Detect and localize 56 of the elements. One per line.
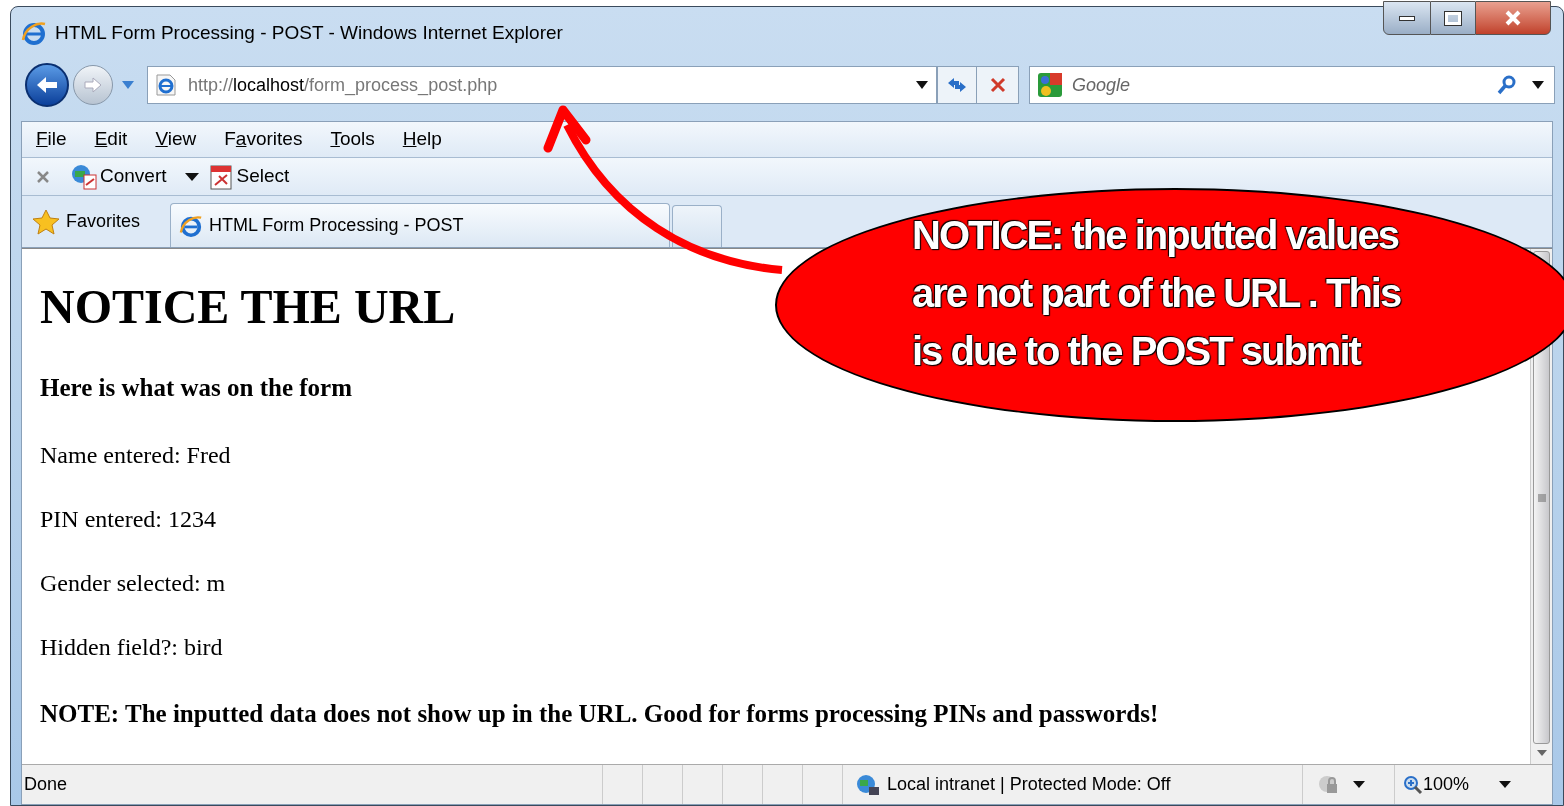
refresh-button[interactable] xyxy=(937,66,977,104)
page-icon xyxy=(154,73,178,97)
menu-item[interactable]: Edit xyxy=(94,125,128,154)
status-text: Done xyxy=(23,773,69,796)
select-button[interactable]: Select xyxy=(206,162,290,191)
result-line: PIN entered: 1234 xyxy=(40,504,217,533)
minimize-button[interactable] xyxy=(1383,1,1431,35)
history-dropdown-icon[interactable] xyxy=(121,80,135,90)
close-button[interactable] xyxy=(1475,1,1551,35)
url-text: http://localhost/form_process_post.php xyxy=(188,73,498,98)
caret-icon[interactable] xyxy=(1532,81,1544,89)
globe-icon xyxy=(855,772,881,797)
page-heading: NOTICE THE URL xyxy=(40,279,456,335)
section-heading: Here is what was on the form xyxy=(40,373,353,403)
convert-button[interactable]: Convert xyxy=(70,162,167,191)
caret-icon[interactable] xyxy=(1353,781,1365,788)
scroll-grip-icon[interactable] xyxy=(1536,492,1547,503)
new-tab-button[interactable] xyxy=(672,205,723,247)
browser-tab[interactable]: HTML Form Processing - POST xyxy=(170,203,671,247)
caret-icon[interactable] xyxy=(1499,781,1512,788)
menu-item[interactable]: Tools xyxy=(330,125,375,154)
back-button[interactable] xyxy=(25,63,69,107)
close-icon xyxy=(1504,10,1522,26)
search-provider-icon xyxy=(1036,71,1064,99)
browser-icon xyxy=(179,213,204,238)
result-line: Gender selected: m xyxy=(40,568,227,597)
search-placeholder: Google xyxy=(1072,73,1131,97)
stop-icon xyxy=(989,77,1006,93)
caret-icon[interactable] xyxy=(184,172,199,181)
menu-item[interactable]: Help xyxy=(402,125,442,154)
zoom-icon[interactable] xyxy=(1403,774,1423,795)
browser-icon xyxy=(21,20,47,46)
refresh-icon xyxy=(946,76,968,94)
maximize-button[interactable] xyxy=(1431,1,1475,35)
convert-icon xyxy=(70,162,100,191)
window-title: HTML Form Processing - POST - Windows Internet Explorer xyxy=(55,20,563,45)
result-line: Name entered: Fred xyxy=(40,440,232,469)
zone-text: Local intranet | Protected Mode: Off xyxy=(887,773,1171,796)
callout-text: NOTICE: the inputted values are not part of the URL . This is due to the POST submit xyxy=(912,212,1402,375)
favorites-button[interactable]: Favorites xyxy=(32,208,141,235)
menu-item[interactable]: Favorites xyxy=(224,125,303,154)
search-field[interactable]: Google xyxy=(1029,66,1555,104)
star-icon xyxy=(32,208,60,235)
close-toolbar-icon[interactable] xyxy=(36,169,50,184)
stop-button[interactable] xyxy=(977,66,1019,104)
zoom-level[interactable]: 100% xyxy=(1423,771,1470,798)
search-icon[interactable] xyxy=(1496,74,1518,96)
result-line: Hidden field?: bird xyxy=(40,632,224,661)
menu-item[interactable]: View xyxy=(155,125,197,154)
caret-icon[interactable] xyxy=(916,81,928,89)
address-field[interactable]: http://localhost/form_process_post.php xyxy=(147,66,937,104)
menu-item[interactable]: File xyxy=(36,125,67,154)
note-text: NOTE: The inputted data does not show up in the URL. Good for forms processing PINs and passwords! xyxy=(40,698,1160,729)
scroll-down-icon[interactable] xyxy=(1536,750,1547,756)
back-arrow-icon xyxy=(35,75,59,95)
forward-arrow-icon xyxy=(83,76,103,94)
